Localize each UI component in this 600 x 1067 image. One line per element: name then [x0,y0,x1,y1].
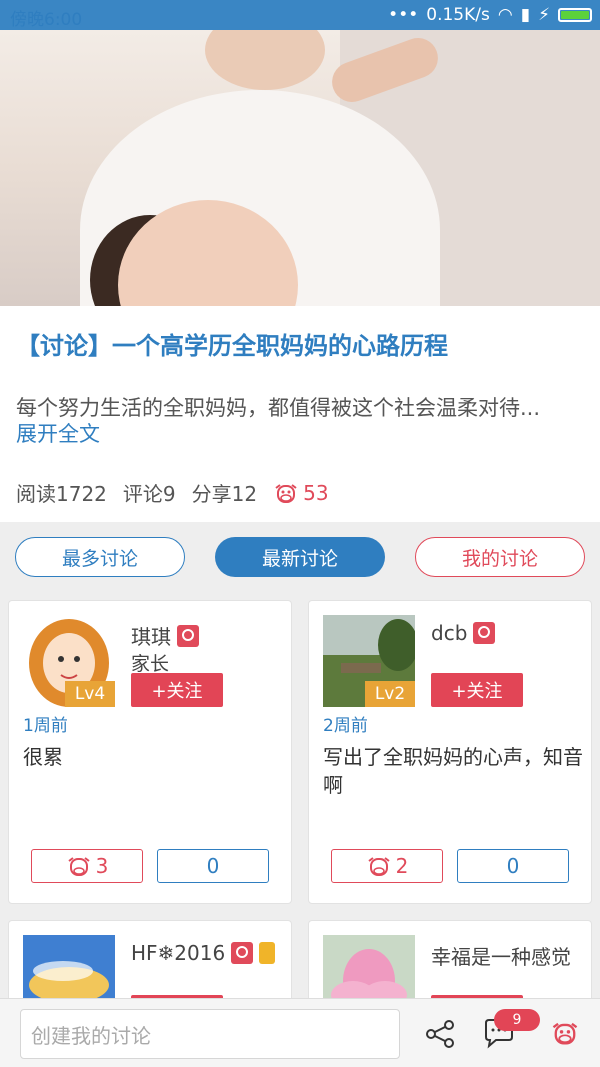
username[interactable]: HF❄2016 [131,941,276,965]
cow-icon [368,857,390,876]
level-badge: Lv4 [65,681,115,707]
wifi-icon: ◠ [497,5,513,25]
bottom-bar: 创建我的讨论 9 [0,998,600,1067]
card-badge-icon [259,942,276,964]
like-count: 53 [303,480,329,505]
more-dots-icon: ••• [388,5,419,25]
status-time: 傍晚6:00 [10,10,83,30]
cow-like-icon[interactable] [550,1019,580,1047]
like-button[interactable]: 53 [273,480,329,505]
signal-icon: ▮ [520,5,531,25]
cow-icon [68,857,90,876]
username-text: 琪琪 [131,625,171,649]
create-discussion-input[interactable]: 创建我的讨论 [20,1009,400,1059]
expand-link[interactable]: 展开全文 [16,418,100,448]
follow-button[interactable]: +关注 [131,673,223,707]
share-count: 分享12 [191,482,258,506]
network-speed: 0.15K/s [426,5,490,25]
article-title: 【讨论】一个高学历全职妈妈的心路历程 [16,332,448,360]
article-card: 【讨论】一个高学历全职妈妈的心路历程 每个努力生活的全职妈妈，都值得被这个社会温… [0,306,600,522]
post-card[interactable]: Lv4 琪琪 家长 +关注 1周前 很累 3 0 [8,600,292,904]
post-time: 2周前 [323,716,368,736]
notification-badge: 9 [494,1009,540,1031]
post-content: 很累 [23,745,63,769]
status-icons: ••• 0.15K/s ◠ ▮ ⚡ [388,5,592,25]
tab-latest-discussed[interactable]: 最新讨论 [215,537,385,577]
read-count: 阅读1722 [16,482,107,506]
cow-icon [275,483,297,503]
tab-most-discussed[interactable]: 最多讨论 [15,537,185,577]
comment-count: 评论9 [122,482,176,506]
charging-icon: ⚡ [538,5,550,25]
post-like-button[interactable]: 3 [31,849,143,883]
username-text: HF❄2016 [131,941,226,965]
article-stats: 阅读1722 评论9 分享12 53 [16,478,329,507]
discussion-tabs: 最多讨论 最新讨论 我的讨论 [0,522,600,592]
search-badge-icon [231,942,254,964]
post-time: 1周前 [23,716,68,736]
post-like-count: 3 [95,854,109,878]
post-comment-button[interactable]: 0 [157,849,269,883]
search-badge-icon [177,624,199,647]
share-icon[interactable] [425,1019,455,1049]
post-like-button[interactable]: 2 [331,849,443,883]
hero-image [0,30,600,306]
user-role: 家长 [131,653,170,675]
username[interactable]: dcb [431,621,496,645]
status-bar: 傍晚6:00 ••• 0.15K/s ◠ ▮ ⚡ [0,0,600,30]
post-card[interactable]: Lv2 dcb +关注 2周前 写出了全职妈妈的心声，知音啊 2 0 [308,600,592,904]
post-like-count: 2 [395,854,409,878]
username[interactable]: 琪琪 [131,621,199,650]
search-badge-icon [473,622,496,644]
username-text: dcb [431,621,468,645]
level-badge: Lv2 [365,681,415,707]
username-text: 幸福是一种感觉 [431,945,571,969]
tab-my-discussions[interactable]: 我的讨论 [415,537,585,577]
username[interactable]: 幸福是一种感觉 [431,941,571,970]
post-content: 写出了全职妈妈的心声，知音啊 [323,745,583,797]
post-comment-button[interactable]: 0 [457,849,569,883]
follow-button[interactable]: +关注 [431,673,523,707]
battery-icon [558,8,592,22]
